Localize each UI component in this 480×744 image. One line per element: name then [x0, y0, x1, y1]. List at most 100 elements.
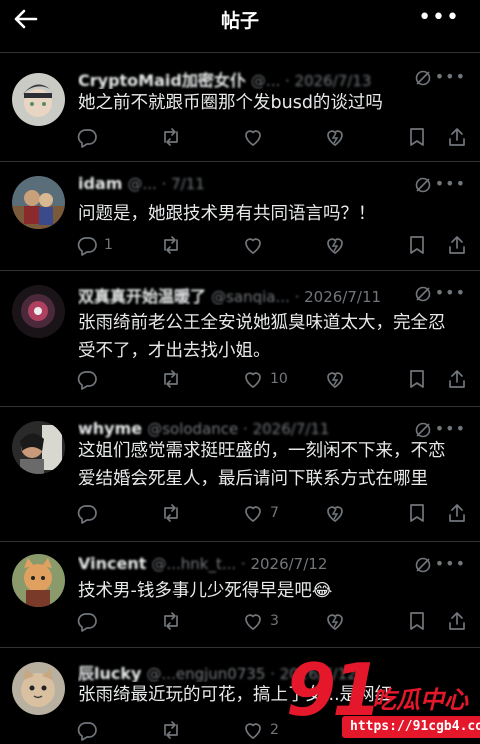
avatar[interactable]	[12, 285, 65, 338]
share-icon	[446, 368, 468, 390]
share-button[interactable]	[446, 125, 468, 149]
more-icon[interactable]: •••	[435, 419, 466, 438]
like-button[interactable]: 2	[242, 718, 279, 742]
share-button[interactable]	[446, 367, 468, 391]
handle: @...engjun0735 ·	[146, 665, 280, 682]
username[interactable]: CryptoMaid加密女仆	[78, 71, 246, 89]
timestamp[interactable]: 2026/7/11	[304, 288, 381, 305]
top-bar: 帖子 •••	[0, 0, 480, 40]
grok-icon[interactable]	[414, 285, 432, 303]
tweet-line: 问题是，她跟技术男有共同语言吗？！	[78, 204, 376, 224]
retweet-button[interactable]	[160, 367, 188, 391]
reply-button[interactable]: 1	[76, 233, 113, 257]
share-button[interactable]	[446, 609, 468, 633]
tweet[interactable]: idam @... · 7/11 ••• 问题是，她跟技术男有共同语言吗？！ 1	[0, 161, 480, 270]
retweet-icon	[160, 234, 182, 256]
timestamp[interactable]: 2026/7/12	[250, 555, 327, 573]
tweet-text: 这姐们感觉需求挺旺盛的，一刻闲不下来，不恋 爱结婚会死星人，最后请问下联系方式在…	[78, 437, 470, 493]
more-icon[interactable]: •••	[435, 174, 466, 193]
like-button[interactable]: 7	[242, 501, 279, 525]
watermark-text: 吃瓜中心	[372, 686, 468, 714]
grok-icon[interactable]	[414, 176, 432, 194]
action-bar: 1	[76, 233, 472, 257]
reply-icon	[76, 234, 98, 256]
tip-button[interactable]	[324, 125, 346, 149]
username[interactable]: whyme	[78, 419, 142, 438]
tip-button[interactable]	[324, 501, 346, 525]
like-icon	[242, 368, 264, 390]
tweet-line: 技术男-钱多事儿少死得早是吧😂	[78, 581, 333, 601]
like-count: 7	[270, 505, 279, 521]
avatar[interactable]	[12, 176, 65, 229]
reply-button[interactable]	[76, 367, 104, 391]
retweet-button[interactable]	[160, 125, 188, 149]
reply-icon	[76, 610, 98, 632]
tweet-line: 张雨绮前老公王全安说她狐臭味道太大，完全忍	[78, 313, 446, 333]
more-icon[interactable]: •••	[418, 7, 460, 29]
reply-icon	[76, 502, 98, 524]
bookmark-button[interactable]	[406, 125, 428, 149]
handle: @...hnk_t... ·	[151, 555, 251, 573]
like-count: 2	[270, 722, 279, 738]
more-icon[interactable]: •••	[435, 67, 466, 86]
username[interactable]: idam	[78, 174, 122, 193]
retweet-icon	[160, 368, 182, 390]
share-button[interactable]	[446, 501, 468, 525]
timestamp[interactable]: 2026/7/11	[253, 420, 330, 438]
tweet[interactable]: CryptoMaid加密女仆 @... · 2026/7/13 ••• 她之前不…	[0, 52, 480, 161]
retweet-icon	[160, 610, 182, 632]
share-icon	[446, 126, 468, 148]
retweet-icon	[160, 126, 182, 148]
like-button[interactable]: 3	[242, 609, 279, 633]
tweet[interactable]: Vincent @...hnk_t... · 2026/7/12 ••• 技术男…	[0, 541, 480, 647]
reply-count: 1	[104, 237, 113, 253]
bookmark-button[interactable]	[406, 501, 428, 525]
like-button[interactable]	[242, 233, 270, 257]
username[interactable]: Vincent	[78, 554, 146, 573]
more-icon[interactable]: •••	[435, 554, 466, 573]
grok-icon[interactable]	[414, 69, 432, 87]
retweet-icon	[160, 719, 182, 741]
avatar[interactable]	[12, 421, 65, 474]
share-icon	[446, 234, 468, 256]
tweet-text: 技术男-钱多事儿少死得早是吧😂	[78, 577, 470, 605]
bookmark-button[interactable]	[406, 233, 428, 257]
tip-icon	[324, 502, 346, 524]
reply-button[interactable]	[76, 609, 104, 633]
retweet-button[interactable]	[160, 609, 188, 633]
reply-icon	[76, 719, 98, 741]
reply-button[interactable]	[76, 718, 104, 742]
retweet-button[interactable]	[160, 233, 188, 257]
retweet-button[interactable]	[160, 501, 188, 525]
grok-icon[interactable]	[414, 556, 432, 574]
tip-button[interactable]	[324, 367, 346, 391]
bookmark-button[interactable]	[406, 609, 428, 633]
tweet[interactable]: whyme @solodance · 2026/7/11 ••• 这姐们感觉需求…	[0, 406, 480, 541]
tip-button[interactable]	[324, 233, 346, 257]
reply-icon	[76, 126, 98, 148]
reply-button[interactable]	[76, 501, 104, 525]
retweet-button[interactable]	[160, 718, 188, 742]
more-icon[interactable]: •••	[435, 283, 466, 302]
like-icon	[242, 126, 264, 148]
timestamp[interactable]: 7/11	[171, 175, 205, 193]
tip-button[interactable]	[324, 609, 346, 633]
share-button[interactable]	[446, 233, 468, 257]
avatar[interactable]	[12, 73, 65, 126]
tip-icon	[324, 368, 346, 390]
timestamp[interactable]: 2026/7/13	[295, 72, 372, 89]
like-button[interactable]	[242, 125, 270, 149]
reply-button[interactable]	[76, 125, 104, 149]
tweet-line: 受不了，才出去找小姐。	[78, 341, 271, 361]
username[interactable]: 辰lucky	[78, 664, 141, 682]
username[interactable]: 双真真开始温暖了	[78, 287, 206, 305]
handle: @... ·	[250, 72, 295, 89]
retweet-icon	[160, 502, 182, 524]
watermark-url: https://91cgb4.com	[342, 716, 480, 738]
bookmark-button[interactable]	[406, 367, 428, 391]
like-button[interactable]: 10	[242, 367, 288, 391]
tweet[interactable]: 双真真开始温暖了 @sanqia... · 2026/7/11 ••• 张雨绮前…	[0, 270, 480, 406]
avatar[interactable]	[12, 554, 65, 607]
watermark: 91 吃瓜中心 https://91cgb4.com	[282, 650, 480, 744]
avatar[interactable]	[12, 662, 65, 715]
